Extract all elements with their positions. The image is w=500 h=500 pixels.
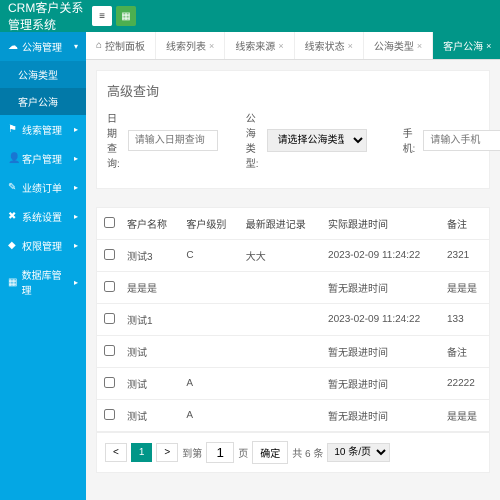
col-header: 客户级别 xyxy=(180,208,239,240)
row-check[interactable] xyxy=(104,281,115,292)
page-size[interactable]: 10 条/页 xyxy=(327,443,390,462)
page-input[interactable] xyxy=(206,442,234,463)
table-row: 测试暂无跟进时间备注 xyxy=(97,336,489,368)
date-label: 日期查询: xyxy=(107,110,120,170)
sidebar-item[interactable]: ▦数据库管理▸ xyxy=(0,260,86,304)
row-check[interactable] xyxy=(104,409,115,420)
phone-input[interactable] xyxy=(423,130,500,151)
col-header: 实际跟进时间 xyxy=(322,208,441,240)
close-icon[interactable]: × xyxy=(278,41,283,51)
nav-icon: ◆ xyxy=(8,240,18,251)
tab[interactable]: ⌂控制面板 xyxy=(86,32,156,59)
table-row: 测试12023-02-09 11:24:22133 xyxy=(97,304,489,336)
sidebar-item[interactable]: ◆权限管理▸ xyxy=(0,231,86,260)
sidebar-item[interactable]: ☁公海管理▾ xyxy=(0,32,86,61)
col-header: 客户名称 xyxy=(121,208,180,240)
close-icon[interactable]: × xyxy=(209,41,214,51)
row-check[interactable] xyxy=(104,345,115,356)
col-header: 最新跟进记录 xyxy=(240,208,322,240)
data-table: 客户名称客户级别最新跟进记录实际跟进时间备注 测试3C大大2023-02-09 … xyxy=(96,207,490,473)
app-brand: CRM客户关系管理系统 xyxy=(8,0,88,33)
type-label: 公海类型: xyxy=(246,110,259,170)
nav-icon: ✖ xyxy=(8,211,18,222)
tab[interactable]: 线索来源× xyxy=(225,32,294,59)
pager: < 1 > 到第 页 确定 共 6 条 10 条/页 xyxy=(97,432,489,472)
chevron-icon: ▾ xyxy=(74,42,78,51)
close-icon[interactable]: × xyxy=(486,41,491,51)
close-icon[interactable]: × xyxy=(417,41,422,51)
row-check[interactable] xyxy=(104,377,115,388)
sidebar: ☁公海管理▾公海类型客户公海⚑线索管理▸👤客户管理▸✎业绩订单▸✖系统设置▸◆权… xyxy=(0,32,86,500)
chevron-icon: ▸ xyxy=(74,154,78,163)
table-row: 测试A暂无跟进时间22222 xyxy=(97,368,489,400)
nav-icon: 👤 xyxy=(8,153,18,164)
next-btn[interactable]: > xyxy=(156,443,178,462)
sidebar-item[interactable]: 👤客户管理▸ xyxy=(0,144,86,173)
table-row: 测试3C大大2023-02-09 11:24:222321 xyxy=(97,240,489,272)
tab[interactable]: 线索列表× xyxy=(156,32,225,59)
close-icon[interactable]: × xyxy=(348,41,353,51)
sidebar-subitem[interactable]: 公海类型 xyxy=(0,61,86,88)
phone-label: 手机: xyxy=(403,125,416,155)
nav-icon: ▦ xyxy=(8,277,18,288)
total-count: 共 6 条 xyxy=(292,445,323,460)
prev-btn[interactable]: < xyxy=(105,443,127,462)
nav-icon: ✎ xyxy=(8,182,18,193)
date-input[interactable] xyxy=(128,130,218,151)
page-1[interactable]: 1 xyxy=(131,443,153,462)
type-select[interactable]: 请选择公海类型 xyxy=(267,129,367,152)
tabs: ⌂控制面板线索列表×线索来源×线索状态×公海类型×客户公海×我的客户×客户列表× xyxy=(86,32,500,60)
table-row: 测试A暂无跟进时间是是是 xyxy=(97,400,489,432)
row-check[interactable] xyxy=(104,313,115,324)
row-check[interactable] xyxy=(104,249,115,260)
nav-icon: ☁ xyxy=(8,41,18,52)
confirm-btn[interactable]: 确定 xyxy=(252,441,288,464)
sidebar-item[interactable]: ⚑线索管理▸ xyxy=(0,115,86,144)
sidebar-subitem[interactable]: 客户公海 xyxy=(0,88,86,115)
tab[interactable]: 线索状态× xyxy=(295,32,364,59)
chevron-icon: ▸ xyxy=(74,241,78,250)
grid-btn[interactable]: ▦ xyxy=(116,6,136,26)
check-all[interactable] xyxy=(97,208,121,240)
search-title: 高级查询 xyxy=(107,81,479,100)
chevron-icon: ▸ xyxy=(74,183,78,192)
tab[interactable]: 公海类型× xyxy=(364,32,433,59)
search-panel: 高级查询 日期查询: 公海类型: 请选择公海类型 手机: xyxy=(96,70,490,189)
sidebar-item[interactable]: ✖系统设置▸ xyxy=(0,202,86,231)
home-icon: ⌂ xyxy=(96,40,102,51)
col-header: 备注 xyxy=(441,208,489,240)
menu-btn[interactable]: ≡ xyxy=(92,6,112,26)
nav-icon: ⚑ xyxy=(8,124,18,135)
chevron-icon: ▸ xyxy=(74,125,78,134)
chevron-icon: ▸ xyxy=(74,212,78,221)
tab[interactable]: 客户公海× xyxy=(433,32,500,59)
chevron-icon: ▸ xyxy=(74,278,78,287)
sidebar-item[interactable]: ✎业绩订单▸ xyxy=(0,173,86,202)
table-row: 是是是暂无跟进时间是是是 xyxy=(97,272,489,304)
